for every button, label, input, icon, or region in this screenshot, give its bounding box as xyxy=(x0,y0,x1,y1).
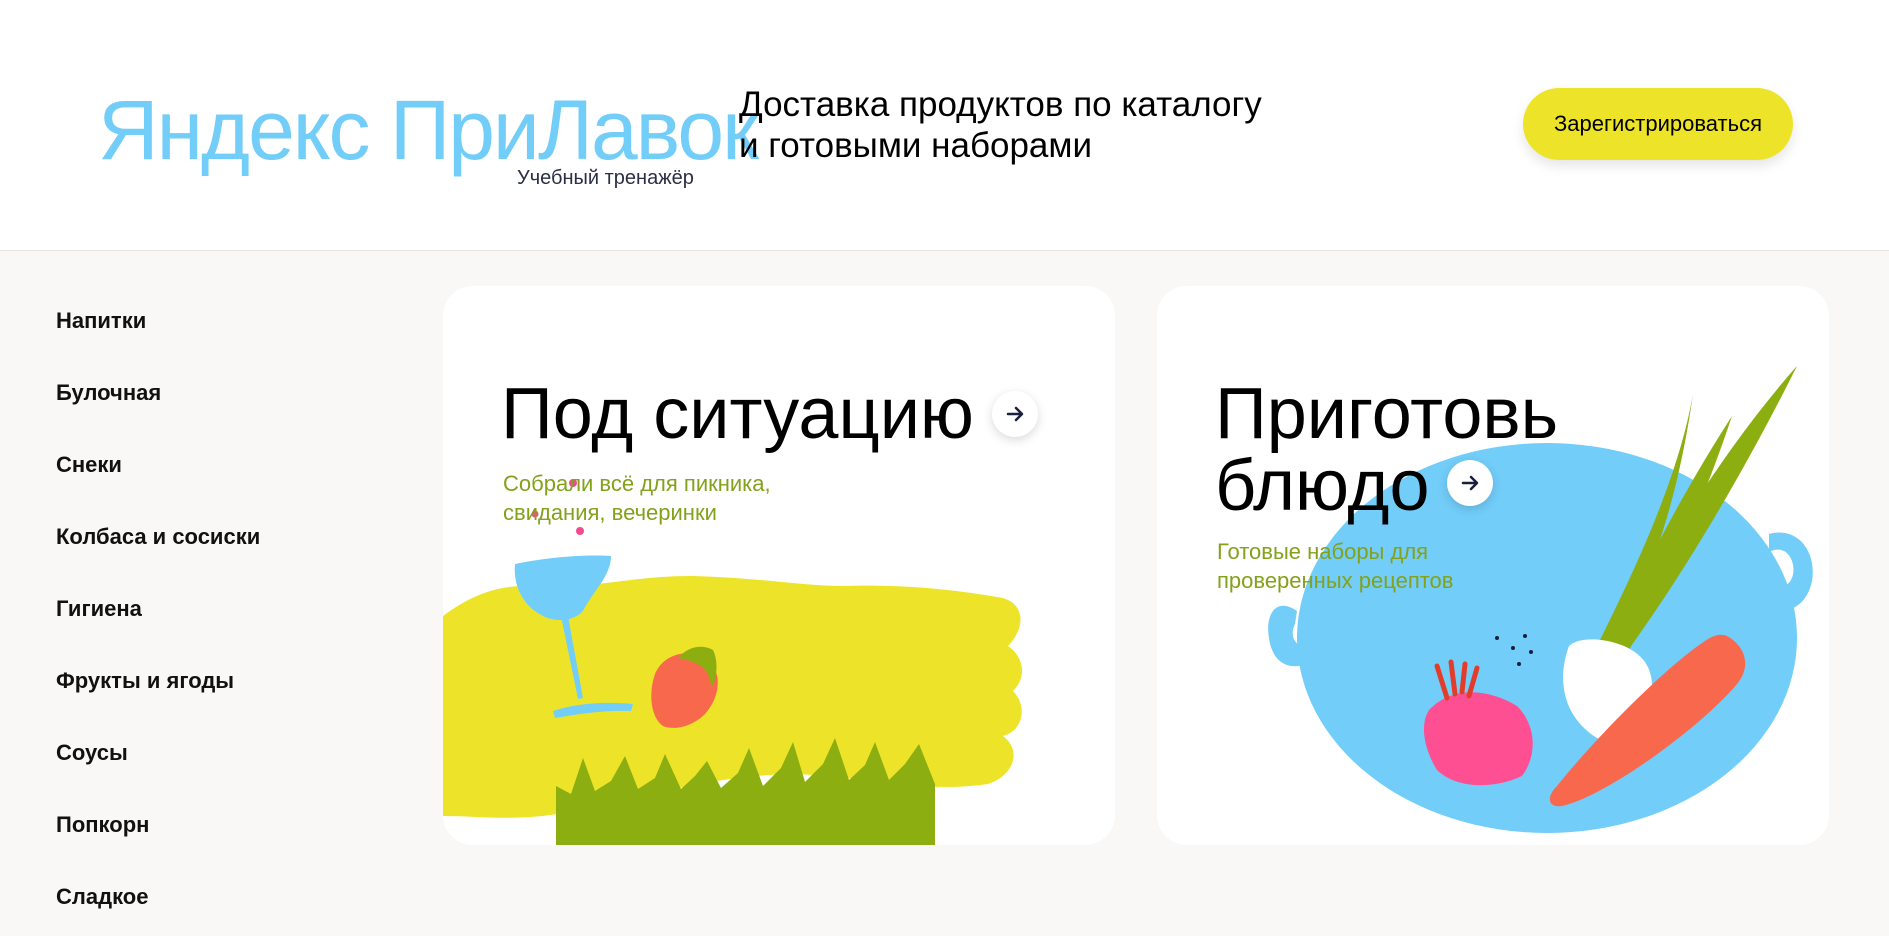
sidebar-item-bakery[interactable]: Булочная xyxy=(56,354,376,426)
logo[interactable]: Яндекс ПриЛавок xyxy=(98,88,759,172)
card-situation-description: Собрали всё для пикника, свидания, вечер… xyxy=(503,469,843,527)
sidebar-item-fruits[interactable]: Фрукты и ягоды xyxy=(56,642,376,714)
pepper-dot-icon xyxy=(1523,634,1527,638)
card-cook-dish[interactable]: Приготовь блюдо Готовые наборы для прове… xyxy=(1157,286,1829,845)
card-situation-desc-line-2: свидания, вечеринки xyxy=(503,500,717,525)
sidebar-item-sweets[interactable]: Сладкое xyxy=(56,858,376,930)
tagline: Доставка продуктов по каталогу и готовым… xyxy=(739,84,1299,166)
heart-dot-icon xyxy=(576,527,584,535)
pepper-dot-icon xyxy=(1495,636,1499,640)
card-cook-dish-desc-line-1: Готовые наборы для xyxy=(1217,539,1429,564)
pepper-dot-icon xyxy=(1529,650,1533,654)
card-cook-dish-desc-line-2: проверенных рецептов xyxy=(1217,568,1454,593)
card-situation-arrow-button[interactable] xyxy=(992,391,1038,437)
arrow-right-icon xyxy=(1006,406,1024,422)
card-cook-dish-description: Готовые наборы для проверенных рецептов xyxy=(1217,537,1557,595)
logo-subtitle: Учебный тренажёр xyxy=(517,167,694,189)
card-situation-desc-line-1: Собрали всё для пикника, xyxy=(503,471,771,496)
card-cook-dish-title: Приготовь блюдо xyxy=(1215,378,1635,522)
card-cook-dish-arrow-button[interactable] xyxy=(1447,460,1493,506)
tagline-line-1: Доставка продуктов по каталогу xyxy=(739,85,1262,124)
sidebar-item-hygiene[interactable]: Гигиена xyxy=(56,570,376,642)
sidebar-item-popcorn[interactable]: Попкорн xyxy=(56,786,376,858)
card-cook-dish-title-line-1: Приготовь xyxy=(1215,374,1559,454)
sidebar-item-drinks[interactable]: Напитки xyxy=(56,282,376,354)
tagline-line-2: и готовыми наборами xyxy=(739,126,1093,165)
arrow-right-icon xyxy=(1461,475,1479,491)
register-button[interactable]: Зарегистрироваться xyxy=(1523,88,1793,160)
sidebar-item-sausages[interactable]: Колбаса и сосиски xyxy=(56,498,376,570)
pepper-dot-icon xyxy=(1511,646,1515,650)
header: Яндекс ПриЛавок Учебный тренажёр Доставк… xyxy=(0,0,1889,251)
beetroot-shape xyxy=(1423,692,1533,786)
card-cook-dish-title-line-2: блюдо xyxy=(1215,446,1430,526)
card-situation-title: Под ситуацию xyxy=(501,374,974,454)
sidebar-item-sauces[interactable]: Соусы xyxy=(56,714,376,786)
picnic-illustration xyxy=(443,479,1023,845)
category-sidebar: Напитки Булочная Снеки Колбаса и сосиски… xyxy=(56,282,376,930)
pepper-dot-icon xyxy=(1517,662,1521,666)
card-situation[interactable]: Под ситуацию Собрали всё для пикника, св… xyxy=(443,286,1115,845)
sidebar-item-snacks[interactable]: Снеки xyxy=(56,426,376,498)
